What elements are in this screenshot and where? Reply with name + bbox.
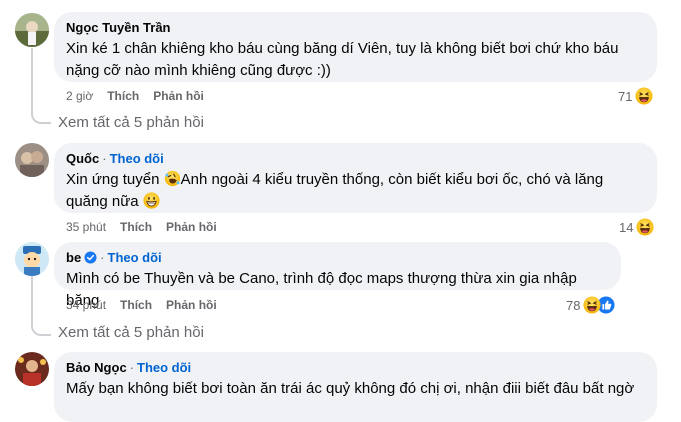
comment-author[interactable]: Ngọc Tuyền Trần [66,19,645,36]
reply-button[interactable]: Phản hồi [166,220,217,234]
follow-button[interactable]: Theo dõi [108,250,162,265]
laugh-emoji-icon [636,218,654,236]
comment-meta: 2 giờ Thích Phản hồi [66,88,204,104]
comment-time[interactable]: 2 giờ [66,89,93,103]
grin-emoji-icon [143,192,160,209]
comment-text: Mấy bạn không biết bơi toàn ăn trái ác q… [66,380,635,397]
comment-time[interactable]: 34 phút [66,298,106,312]
verified-badge-icon [84,251,97,264]
comment-text: Xin ứng tuyển Anh ngoài 4 kiểu truyền th… [66,170,608,210]
reaction-count: 78 [566,297,581,313]
thread-connector [31,48,51,124]
laugh-emoji-icon [583,296,601,314]
avatar[interactable] [15,352,49,386]
avatar[interactable] [15,242,49,276]
comment-meta: 34 phút Thích Phản hồi [66,297,217,313]
comment-time[interactable]: 35 phút [66,220,106,234]
like-button[interactable]: Thích [120,298,152,312]
avatar-cartoon-icon [15,242,49,276]
comment-meta: 35 phút Thích Phản hồi [66,219,217,235]
see-all-replies-link[interactable]: Xem tất cả 5 phản hồi [58,113,204,133]
avatar[interactable] [15,13,49,47]
comment-author[interactable]: Bảo Ngọc [66,360,127,375]
comment-author[interactable]: be [66,250,81,265]
rofl-emoji-icon [164,170,181,187]
avatar-photo-icon [15,143,49,177]
reaction-count: 14 [619,219,634,235]
comment-author-row: Bảo Ngọc · Theo dõi [66,360,192,375]
follow-button[interactable]: Theo dõi [137,360,191,375]
reply-button[interactable]: Phản hồi [153,89,204,103]
like-button[interactable]: Thích [120,220,152,234]
reaction-summary[interactable]: 78 [566,295,615,315]
reaction-summary[interactable]: 14 [619,217,654,237]
laugh-emoji-icon [635,87,653,105]
avatar-photo-icon [15,13,49,47]
follow-button[interactable]: Theo dõi [110,151,164,166]
avatar-photo-icon [15,352,49,386]
comment-author-row: be · Theo dõi [66,250,162,265]
comment-bubble: Quốc · Theo dõi Xin ứng tuyển Anh ngoài 4 … [54,143,657,213]
comment-bubble: Ngọc Tuyền Trần Xin ké 1 chân khiêng kho… [54,12,657,82]
reaction-summary[interactable]: 71 [618,86,653,106]
like-button[interactable]: Thích [107,89,139,103]
reaction-count: 71 [618,88,633,104]
avatar[interactable] [15,143,49,177]
comment-bubble: Bảo Ngọc · Theo dõi Mấy bạn không biết bơi… [54,352,657,422]
comment-author-row: Quốc · Theo dõi [66,151,164,166]
comment-text: Xin ké 1 chân khiêng kho báu cùng băng d… [66,40,623,79]
see-all-replies-link[interactable]: Xem tất cả 5 phản hồi [58,323,204,343]
comment-author[interactable]: Quốc [66,151,99,166]
reply-button[interactable]: Phản hồi [166,298,217,312]
thread-connector [31,300,51,336]
comment-bubble: be · Theo dõi Mình có be Thuyền và be Cano… [54,242,621,309]
